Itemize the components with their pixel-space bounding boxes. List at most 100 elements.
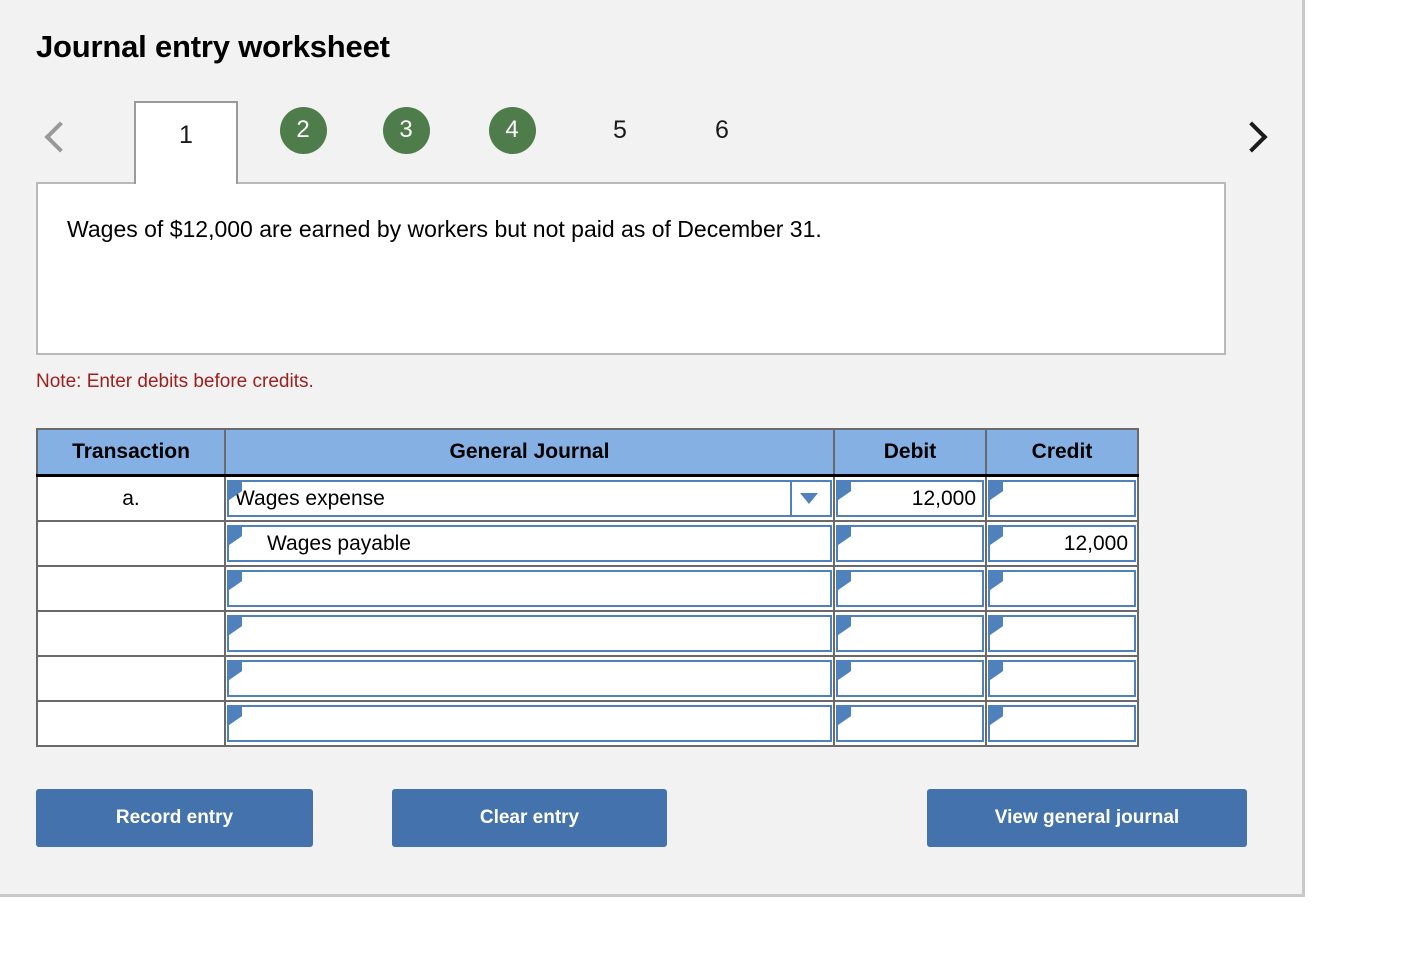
account-cell: Wages payable	[224, 520, 835, 567]
tab-badge-4: 4	[488, 106, 536, 154]
cell-corner-marker-icon	[229, 482, 242, 500]
account-input[interactable]	[227, 615, 832, 652]
credit-cell	[985, 700, 1139, 747]
account-value: Wages expense	[235, 486, 385, 510]
tab-2[interactable]: 2	[277, 101, 329, 159]
account-input[interactable]	[227, 570, 832, 607]
credit-value: 12,000	[1063, 531, 1128, 555]
transaction-prompt-text: Wages of $12,000 are earned by workers b…	[67, 216, 822, 242]
table-row	[36, 610, 1139, 657]
transaction-cell	[36, 520, 226, 567]
debit-input[interactable]: 12,000	[836, 480, 984, 517]
cell-corner-marker-icon	[229, 617, 242, 635]
prev-tab-arrow-button[interactable]	[36, 115, 76, 161]
account-input[interactable]	[227, 660, 832, 697]
tab-6[interactable]: 6	[696, 101, 748, 159]
tab-label-1: 1	[179, 121, 193, 149]
cell-corner-marker-icon	[229, 707, 242, 725]
account-input[interactable]	[227, 705, 832, 742]
account-input[interactable]: Wages expense	[227, 480, 832, 517]
note-text: Note: Enter debits before credits.	[36, 371, 314, 392]
credit-input[interactable]	[988, 615, 1136, 652]
cell-corner-marker-icon	[838, 572, 851, 590]
debit-cell	[833, 700, 987, 747]
clear-entry-button[interactable]: Clear entry	[392, 789, 667, 847]
account-input[interactable]: Wages payable	[227, 525, 832, 562]
page-title: Journal entry worksheet	[36, 29, 390, 64]
tab-label-5: 5	[613, 115, 627, 144]
table-header-row: Transaction General Journal Debit Credit	[36, 428, 1139, 477]
cell-corner-marker-icon	[838, 662, 851, 680]
cell-corner-marker-icon	[990, 617, 1003, 635]
column-header-transaction: Transaction	[36, 428, 226, 477]
tab-4[interactable]: 4	[486, 101, 538, 159]
credit-input[interactable]	[988, 660, 1136, 697]
tab-badge-2: 2	[279, 106, 327, 154]
table-row	[36, 700, 1139, 747]
credit-cell: 12,000	[985, 520, 1139, 567]
account-value: Wages payable	[267, 531, 411, 555]
transaction-cell: a.	[36, 474, 226, 522]
worksheet-panel: Journal entry worksheet 1 2 3 4 5 6 Wages of …	[0, 0, 1305, 897]
transaction-prompt-box: Wages of $12,000 are earned by workers b…	[36, 182, 1226, 355]
cell-corner-marker-icon	[229, 572, 242, 590]
transaction-cell	[36, 655, 226, 702]
cell-corner-marker-icon	[838, 707, 851, 725]
account-cell	[224, 655, 835, 702]
credit-cell	[985, 610, 1139, 657]
tab-label-6: 6	[715, 115, 729, 144]
table-row: a. Wages expense 12,000	[36, 474, 1139, 522]
transaction-cell	[36, 700, 226, 747]
tab-badge-3: 3	[382, 106, 430, 154]
table-row	[36, 565, 1139, 612]
tab-1[interactable]: 1	[134, 101, 238, 184]
view-general-journal-button[interactable]: View general journal	[927, 789, 1247, 847]
debit-input[interactable]	[836, 525, 984, 562]
credit-cell	[985, 655, 1139, 702]
credit-cell	[985, 474, 1139, 522]
cell-corner-marker-icon	[990, 707, 1003, 725]
debit-cell	[833, 655, 987, 702]
tab-navigation: 1 2 3 4 5 6	[36, 101, 1268, 184]
journal-entry-table: Transaction General Journal Debit Credit…	[36, 428, 1139, 747]
tab-3[interactable]: 3	[380, 101, 432, 159]
debit-value: 12,000	[911, 486, 976, 510]
debit-cell	[833, 520, 987, 567]
debit-cell	[833, 565, 987, 612]
cell-corner-marker-icon	[838, 527, 851, 545]
cell-corner-marker-icon	[838, 482, 851, 500]
cell-corner-marker-icon	[990, 662, 1003, 680]
column-header-debit: Debit	[833, 428, 987, 477]
column-header-general-journal: General Journal	[224, 428, 835, 477]
cell-corner-marker-icon	[229, 662, 242, 680]
chevron-right-icon	[1239, 122, 1257, 154]
credit-input[interactable]	[988, 570, 1136, 607]
transaction-cell	[36, 565, 226, 612]
debit-cell: 12,000	[833, 474, 987, 522]
record-entry-button[interactable]: Record entry	[36, 789, 313, 847]
chevron-left-icon	[47, 122, 65, 154]
debit-input[interactable]	[836, 570, 984, 607]
debit-input[interactable]	[836, 660, 984, 697]
account-cell	[224, 610, 835, 657]
credit-input[interactable]: 12,000	[988, 525, 1136, 562]
column-header-credit: Credit	[985, 428, 1139, 477]
cell-corner-marker-icon	[990, 572, 1003, 590]
credit-input[interactable]	[988, 480, 1136, 517]
debit-input[interactable]	[836, 615, 984, 652]
table-row	[36, 655, 1139, 702]
tab-5[interactable]: 5	[594, 101, 646, 159]
next-tab-arrow-button[interactable]	[1228, 115, 1268, 161]
cell-corner-marker-icon	[990, 482, 1003, 500]
cell-corner-marker-icon	[229, 527, 242, 545]
debit-input[interactable]	[836, 705, 984, 742]
account-cell	[224, 565, 835, 612]
credit-cell	[985, 565, 1139, 612]
credit-input[interactable]	[988, 705, 1136, 742]
account-dropdown-chevron-down-icon[interactable]	[790, 482, 826, 515]
transaction-cell	[36, 610, 226, 657]
table-row: Wages payable 12,000	[36, 520, 1139, 567]
cell-corner-marker-icon	[990, 527, 1003, 545]
account-cell	[224, 700, 835, 747]
debit-cell	[833, 610, 987, 657]
